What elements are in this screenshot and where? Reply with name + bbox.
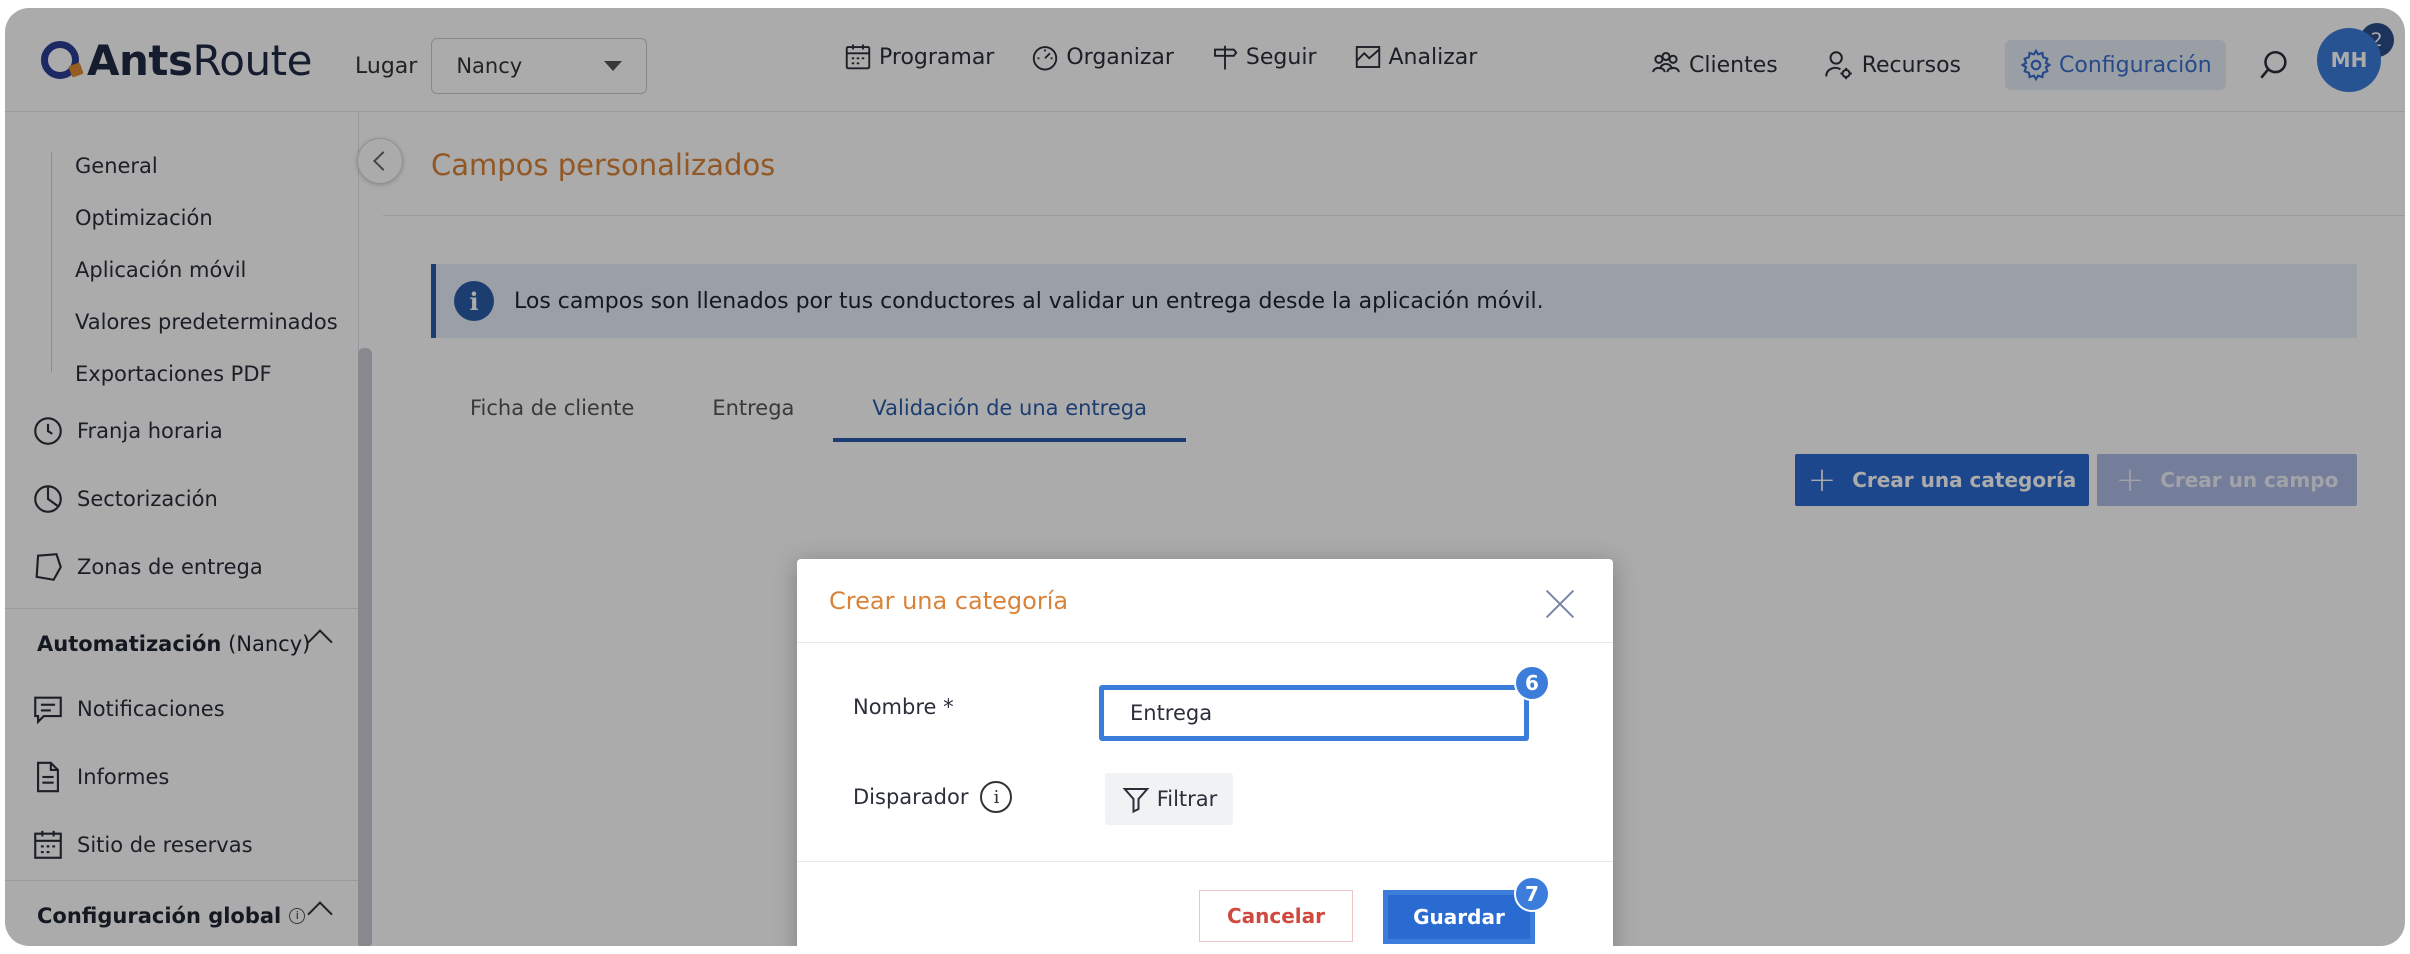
info-icon[interactable]: i	[980, 781, 1013, 813]
step-badge-7: 7	[1514, 876, 1550, 912]
trigger-label: Disparador	[853, 785, 969, 809]
modal-header: Crear una categoría	[797, 559, 1613, 643]
modal-footer: Cancelar Guardar 7	[797, 861, 1613, 946]
save-button[interactable]: Guardar	[1383, 890, 1535, 944]
filter-label: Filtrar	[1156, 787, 1218, 811]
name-input[interactable]	[1099, 685, 1529, 741]
step-badge-6: 6	[1514, 665, 1550, 701]
cancel-button[interactable]: Cancelar	[1199, 890, 1353, 942]
name-label: Nombre *	[853, 695, 954, 719]
trigger-field: Disparador i	[853, 781, 1013, 813]
filter-button[interactable]: Filtrar	[1105, 773, 1233, 825]
close-icon[interactable]	[1545, 589, 1575, 619]
funnel-icon	[1122, 788, 1150, 814]
create-category-modal: Crear una categoría Nombre * 6 Disparado…	[797, 559, 1613, 946]
modal-title: Crear una categoría	[829, 587, 1069, 615]
app-window: AntsRoute Lugar Nancy Programar Organiza…	[5, 8, 2405, 946]
